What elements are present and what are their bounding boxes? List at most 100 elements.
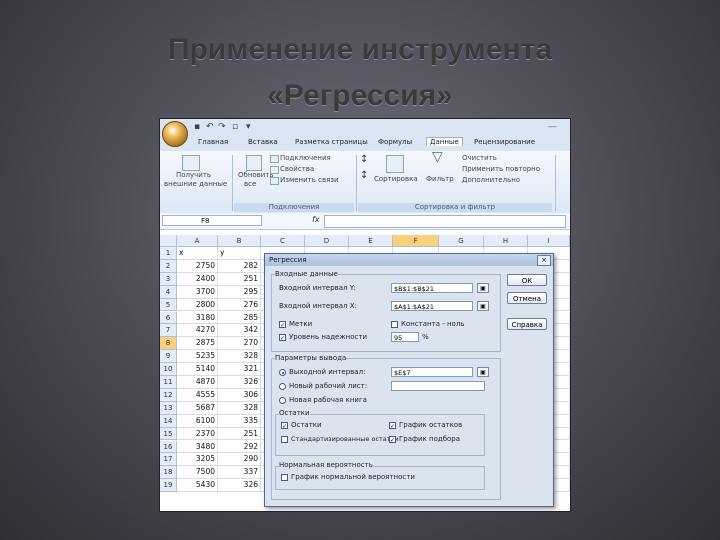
tab-insert[interactable]: Вставка <box>248 138 278 146</box>
table-cell[interactable]: 3205 <box>177 453 218 467</box>
select-all-corner[interactable] <box>160 235 177 247</box>
table-cell[interactable]: 4270 <box>177 324 218 338</box>
undo-icon[interactable]: ↶ <box>206 122 216 132</box>
row-header[interactable]: 19 <box>160 479 177 493</box>
properties-button[interactable]: Свойства <box>280 165 314 174</box>
output-range-radio[interactable] <box>279 369 286 376</box>
row-header[interactable]: 2 <box>160 259 177 273</box>
row-header[interactable]: 6 <box>160 311 177 325</box>
line-fit-checkbox[interactable]: ✓ <box>389 436 396 444</box>
table-cell[interactable]: 335 <box>218 414 261 428</box>
column-header[interactable]: G <box>439 235 484 247</box>
refresh-all-label1[interactable]: Обновить <box>238 171 274 180</box>
sort-az-icon[interactable]: ↕ <box>360 155 368 165</box>
ok-button[interactable]: ОК <box>507 274 547 286</box>
table-cell[interactable]: 326 <box>218 376 261 389</box>
filter-button[interactable]: Фильтр <box>426 175 454 184</box>
table-cell[interactable]: y <box>218 247 261 260</box>
table-cell[interactable]: 251 <box>218 427 261 441</box>
table-cell[interactable]: 2800 <box>177 298 218 312</box>
get-external-data-label1[interactable]: Получить <box>176 171 211 180</box>
table-cell[interactable]: 295 <box>218 285 261 299</box>
row-header[interactable]: 8 <box>160 337 177 351</box>
row-header[interactable]: 18 <box>160 466 177 480</box>
column-header[interactable]: B <box>218 235 261 247</box>
row-header[interactable]: 15 <box>160 427 177 441</box>
column-header[interactable]: A <box>177 235 218 247</box>
input-x-collapse-icon[interactable]: ▣ <box>477 301 489 311</box>
sort-button[interactable]: Сортировка <box>374 175 418 184</box>
table-cell[interactable]: 251 <box>218 272 261 286</box>
residual-plots-checkbox[interactable]: ✓ <box>389 422 396 430</box>
reapply-button[interactable]: Применить повторно <box>462 165 540 174</box>
table-cell[interactable]: 326 <box>218 479 261 493</box>
tab-review[interactable]: Рецензирование <box>474 138 535 146</box>
advanced-button[interactable]: Дополнительно <box>462 176 520 185</box>
connections-button[interactable]: Подключения <box>280 154 331 163</box>
input-y-field[interactable]: $B$1:$B$21 <box>391 283 473 293</box>
edit-links-button[interactable]: Изменить связи <box>280 176 339 185</box>
row-header[interactable]: 11 <box>160 376 177 389</box>
table-cell[interactable]: 4555 <box>177 388 218 402</box>
row-header[interactable]: 13 <box>160 401 177 415</box>
table-cell[interactable]: 321 <box>218 363 261 376</box>
row-header[interactable]: 17 <box>160 453 177 467</box>
output-range-field[interactable]: $E$7 <box>391 367 473 377</box>
tab-home[interactable]: Главная <box>198 138 228 146</box>
customize-toolbar-icon[interactable]: ▾ <box>246 122 256 132</box>
column-header[interactable]: F <box>393 235 439 247</box>
constant-zero-checkbox[interactable] <box>391 321 398 328</box>
input-y-collapse-icon[interactable]: ▣ <box>477 283 489 293</box>
table-cell[interactable]: 328 <box>218 401 261 415</box>
table-cell[interactable]: 5430 <box>177 479 218 493</box>
table-cell[interactable]: 2370 <box>177 427 218 441</box>
std-residuals-checkbox[interactable] <box>281 436 288 443</box>
confidence-checkbox[interactable]: ✓ <box>279 334 286 342</box>
table-cell[interactable]: 306 <box>218 388 261 402</box>
residuals-checkbox[interactable]: ✓ <box>281 422 288 430</box>
table-cell[interactable]: 276 <box>218 298 261 312</box>
row-header[interactable]: 3 <box>160 272 177 286</box>
redo-icon[interactable]: ↷ <box>218 122 228 132</box>
table-cell[interactable]: 2750 <box>177 259 218 273</box>
tab-data[interactable]: Данные <box>426 137 463 146</box>
table-cell[interactable]: 6100 <box>177 414 218 428</box>
table-cell[interactable]: 292 <box>218 440 261 454</box>
table-cell[interactable]: x <box>177 247 218 260</box>
table-cell[interactable]: 328 <box>218 350 261 364</box>
column-header[interactable]: C <box>261 235 305 247</box>
table-cell[interactable]: 2875 <box>177 337 218 351</box>
table-cell[interactable]: 290 <box>218 453 261 467</box>
row-header[interactable]: 10 <box>160 363 177 376</box>
sort-za-icon[interactable]: ↕ <box>360 171 368 181</box>
table-cell[interactable]: 3180 <box>177 311 218 325</box>
cancel-button[interactable]: Отмена <box>507 292 547 304</box>
help-button[interactable]: Справка <box>507 318 547 330</box>
row-header[interactable]: 4 <box>160 285 177 299</box>
column-header[interactable]: D <box>305 235 349 247</box>
print-icon[interactable]: ▫ <box>232 122 242 132</box>
formula-input[interactable] <box>324 215 566 228</box>
new-sheet-radio[interactable] <box>279 383 286 390</box>
row-header[interactable]: 16 <box>160 440 177 454</box>
row-header[interactable]: 14 <box>160 414 177 428</box>
column-header[interactable]: E <box>349 235 393 247</box>
labels-checkbox[interactable]: ✓ <box>279 321 286 329</box>
new-sheet-field[interactable] <box>391 381 485 391</box>
get-external-data-label2[interactable]: внешние данные <box>164 180 227 189</box>
normal-plot-checkbox[interactable] <box>281 474 288 481</box>
tab-page-layout[interactable]: Разметка страницы <box>295 138 368 146</box>
table-cell[interactable]: 5140 <box>177 363 218 376</box>
table-cell[interactable]: 285 <box>218 311 261 325</box>
table-cell[interactable]: 3480 <box>177 440 218 454</box>
row-header[interactable]: 5 <box>160 298 177 312</box>
table-cell[interactable]: 3700 <box>177 285 218 299</box>
row-header[interactable]: 12 <box>160 388 177 402</box>
table-cell[interactable]: 2400 <box>177 272 218 286</box>
column-header[interactable]: I <box>528 235 570 247</box>
output-range-collapse-icon[interactable]: ▣ <box>477 367 489 377</box>
table-cell[interactable]: 7500 <box>177 466 218 480</box>
close-icon[interactable]: × <box>537 255 551 266</box>
function-icon[interactable]: fx <box>312 215 320 224</box>
table-cell[interactable]: 282 <box>218 259 261 273</box>
